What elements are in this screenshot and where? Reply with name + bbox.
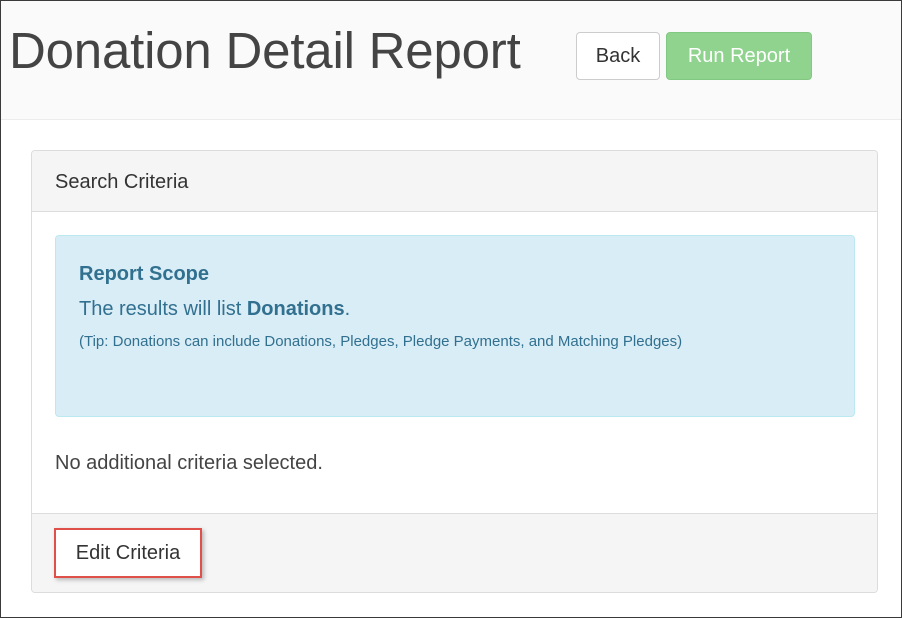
panel-heading: Search Criteria <box>32 151 877 212</box>
panel-heading-title: Search Criteria <box>55 171 189 193</box>
search-criteria-panel: Search Criteria Report Scope The results… <box>31 150 878 593</box>
page-header: Donation Detail Report Back Run Report <box>1 1 901 120</box>
scope-entity: Donations <box>246 298 345 320</box>
page-title: Donation Detail Report <box>9 22 521 79</box>
back-button[interactable]: Back <box>576 32 660 80</box>
report-scope-title: Report Scope <box>79 263 210 285</box>
panel-footer: Edit Criteria <box>32 513 877 592</box>
report-window: Donation Detail Report Back Run Report S… <box>0 0 902 618</box>
scope-line-prefix: The results will list <box>79 298 247 320</box>
scope-line-suffix: . <box>344 298 351 320</box>
report-scope-tip: (Tip: Donations can include Donations, P… <box>79 333 683 350</box>
report-scope-alert: Report Scope The results will list Donat… <box>55 235 855 417</box>
edit-criteria-button[interactable]: Edit Criteria <box>54 528 202 578</box>
no-criteria-text: No additional criteria selected. <box>55 452 323 474</box>
report-scope-description: The results will list Donations. <box>79 298 350 321</box>
run-report-button[interactable]: Run Report <box>666 32 812 80</box>
